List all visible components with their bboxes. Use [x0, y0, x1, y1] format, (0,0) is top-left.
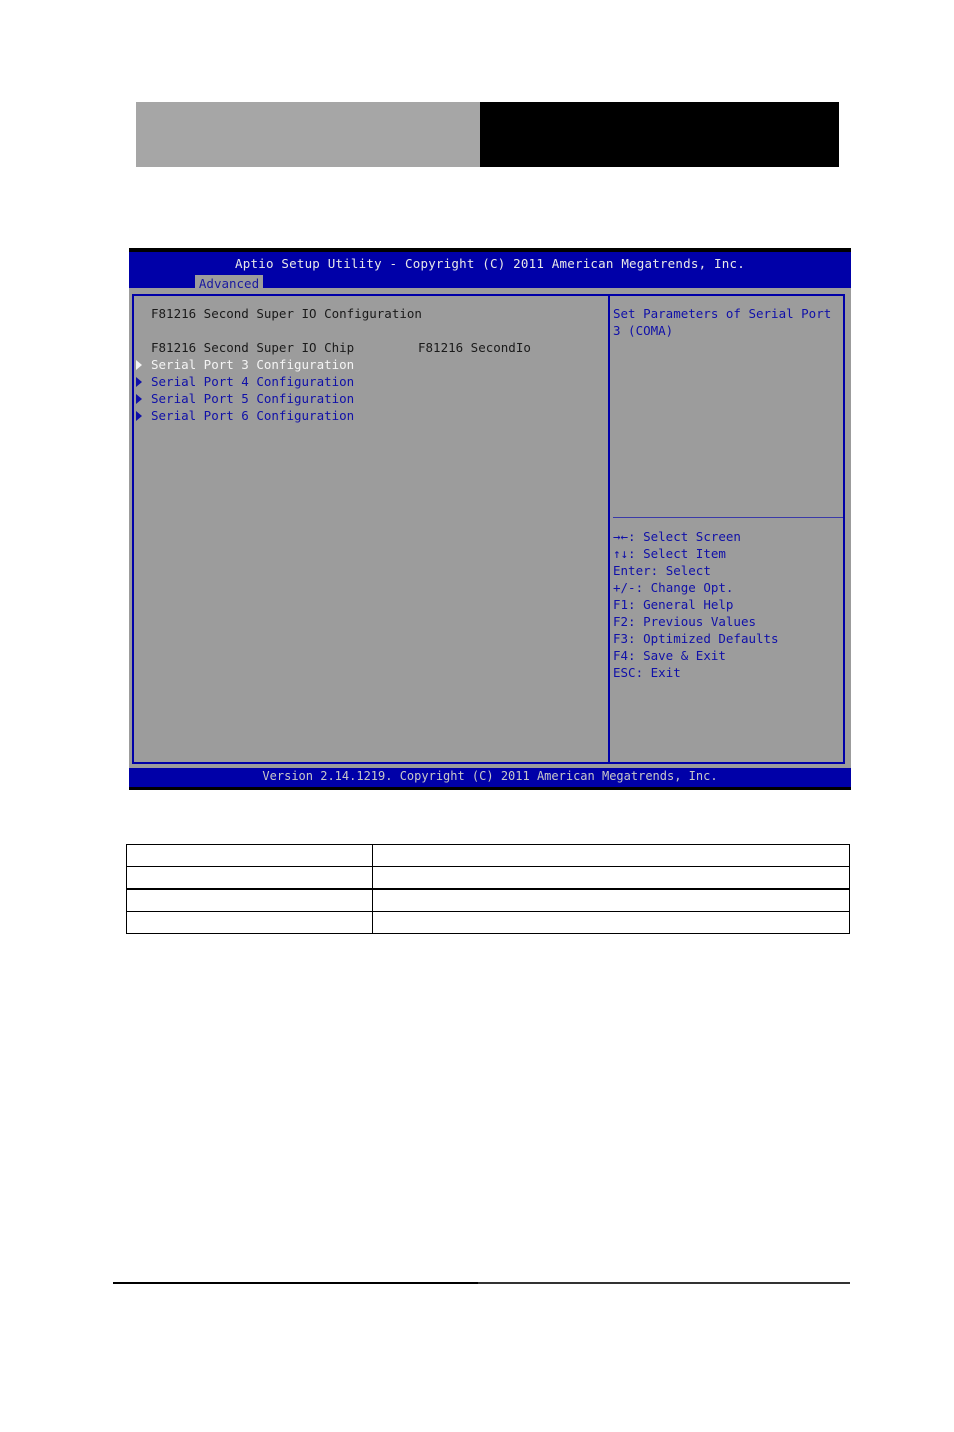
panel-divider [608, 294, 610, 764]
key-action: Optimized Defaults [643, 631, 779, 646]
submenu-arrow-icon [136, 360, 142, 370]
key-action: Select Screen [643, 529, 741, 544]
key-help-f2: F2: Previous Values [613, 613, 756, 630]
table-cell [126, 911, 373, 934]
menu-item-label: Serial Port 4 Configuration [151, 374, 355, 389]
key-label: Enter: [613, 563, 659, 578]
key-action: Exit [650, 665, 681, 680]
key-help-change-opt: +/-: Change Opt. [613, 579, 733, 596]
key-action: Save & Exit [643, 648, 726, 663]
submenu-arrow-icon [136, 394, 142, 404]
submenu-arrow-icon [136, 377, 142, 387]
key-help-f3: F3: Optimized Defaults [613, 630, 779, 647]
key-help-enter: Enter: Select [613, 562, 711, 579]
key-help-select-item: ↑↓: Select Item [613, 545, 726, 562]
key-action: Previous Values [643, 614, 756, 629]
bios-footer-bar: Version 2.14.1219. Copyright (C) 2011 Am… [129, 768, 851, 787]
table-cell [126, 866, 373, 890]
key-label: F1: [613, 597, 636, 612]
menu-item-label: Serial Port 5 Configuration [151, 391, 355, 406]
bios-body: F81216 Second Super IO Configuration F81… [129, 288, 851, 768]
key-action: General Help [643, 597, 734, 612]
options-table [126, 844, 850, 934]
key-label: →←: [613, 529, 636, 544]
table-cell [126, 888, 373, 912]
key-help-select-screen: →←: Select Screen [613, 528, 741, 545]
section-title: F81216 Second Super IO Configuration [151, 306, 422, 321]
table-row [126, 888, 850, 912]
table-row [126, 844, 850, 867]
key-help-esc: ESC: Exit [613, 664, 681, 681]
key-action: Select Item [643, 546, 726, 561]
footer-rule [478, 1282, 850, 1284]
key-label: ↑↓: [613, 546, 636, 561]
help-text-line-1: Set Parameters of Serial Port [613, 306, 832, 321]
table-cell [126, 844, 373, 867]
bios-version-text: Version 2.14.1219. Copyright (C) 2011 Am… [262, 769, 718, 783]
help-divider [613, 517, 843, 518]
table-row [126, 911, 850, 934]
bios-title-bar: Aptio Setup Utility - Copyright (C) 2011… [129, 252, 851, 292]
key-action: Change Opt. [650, 580, 734, 595]
key-help-f1: F1: General Help [613, 596, 733, 613]
key-action: Select [665, 563, 711, 578]
key-label: ESC: [613, 665, 644, 680]
menu-item-label: Serial Port 6 Configuration [151, 408, 355, 423]
document-header-left-bar [136, 102, 480, 167]
key-help-f4: F4: Save & Exit [613, 647, 726, 664]
chip-label: F81216 Second Super IO Chip [151, 340, 355, 355]
table-cell [372, 844, 850, 867]
bios-setup-screenshot: Aptio Setup Utility - Copyright (C) 2011… [129, 248, 851, 790]
key-label: F2: [613, 614, 636, 629]
table-cell [372, 866, 850, 890]
menu-item-label: Serial Port 3 Configuration [151, 357, 355, 372]
footer-rule [113, 1282, 478, 1284]
table-row [126, 866, 850, 890]
bios-title: Aptio Setup Utility - Copyright (C) 2011… [235, 256, 745, 271]
key-label: +/-: [613, 580, 644, 595]
help-text-line-2: 3 (COMA) [613, 323, 674, 338]
table-cell [372, 888, 850, 912]
key-label: F3: [613, 631, 636, 646]
submenu-arrow-icon [136, 411, 142, 421]
key-label: F4: [613, 648, 636, 663]
chip-value: F81216 SecondIo [418, 340, 531, 355]
table-cell [372, 911, 850, 934]
document-header-right-bar [480, 102, 839, 167]
